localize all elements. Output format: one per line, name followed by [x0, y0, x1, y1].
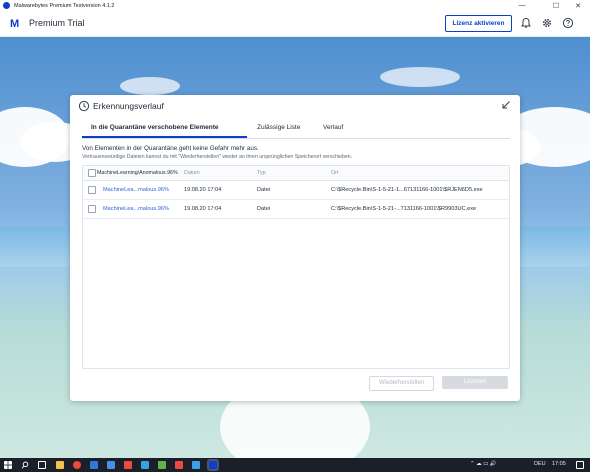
- taskbar: ⌃ ☁ ▭ 🔊 DEU 17:05: [0, 458, 590, 472]
- row-date: 19.08.20 17:04: [184, 206, 222, 212]
- malwarebytes-logo-icon: M: [10, 18, 20, 30]
- history-clock-icon: [78, 100, 90, 112]
- app-icon-blue[interactable]: [141, 461, 149, 469]
- task-view-icon[interactable]: [38, 461, 46, 469]
- detection-history-dialog: Erkennungsverlauf In die Quarantäne vers…: [70, 95, 520, 401]
- quarantine-table: MachineLearning/Anomalous.96% Datum Typ …: [82, 165, 510, 369]
- row-checkbox[interactable]: [88, 186, 96, 194]
- language-indicator[interactable]: DEU: [534, 461, 546, 467]
- chrome-icon[interactable]: [73, 461, 81, 469]
- tab-allow-list[interactable]: Zulässige Liste: [257, 124, 300, 131]
- windows-start-icon[interactable]: [4, 461, 12, 469]
- quarantine-info-text: Von Elementen in der Quarantäne geht kei…: [82, 145, 259, 152]
- gear-icon[interactable]: [541, 17, 553, 29]
- product-name: Premium Trial: [29, 18, 85, 28]
- window-titlebar: Malwarebytes Premium Testversion 4.1.2 —…: [0, 0, 590, 11]
- file-explorer-icon[interactable]: [56, 461, 64, 469]
- dialog-title: Erkennungsverlauf: [93, 101, 164, 111]
- delete-button[interactable]: Löschen: [442, 376, 508, 389]
- row-type: Datei: [257, 206, 271, 212]
- notifications-icon[interactable]: [576, 461, 584, 469]
- window-title: Malwarebytes Premium Testversion 4.1.2: [14, 2, 115, 9]
- minimize-button[interactable]: —: [510, 0, 534, 11]
- search-icon[interactable]: [21, 461, 29, 469]
- column-header-name: MachineLearning/Anomalous.96%: [97, 170, 178, 176]
- column-header-date[interactable]: Datum: [184, 170, 200, 176]
- maximize-button[interactable]: ☐: [544, 0, 568, 11]
- dialog-tabs: In die Quarantäne verschobene Elemente Z…: [82, 122, 510, 139]
- row-location: C:\$Recycle.Bin\S-1-5-21-1...67131166-10…: [331, 187, 483, 193]
- threat-name-link[interactable]: MachineLea...malous.96%: [103, 206, 169, 212]
- app-icon-green[interactable]: [158, 461, 166, 469]
- malwarebytes-taskbar-icon[interactable]: [207, 459, 219, 471]
- mail-icon[interactable]: [107, 461, 115, 469]
- threat-name-link[interactable]: MachineLea...malous.96%: [103, 187, 169, 193]
- system-tray-icons[interactable]: ⌃ ☁ ▭ 🔊: [470, 461, 497, 467]
- app-icon-blue-2[interactable]: [192, 461, 200, 469]
- tab-history[interactable]: Verlauf: [323, 124, 343, 131]
- app-logo-icon: [3, 2, 10, 9]
- row-location: C:\$Recycle.Bin\S-1-5-21-...7131166-1001…: [331, 206, 477, 212]
- bell-icon[interactable]: [520, 17, 532, 29]
- restore-button[interactable]: Wiederherstellen: [369, 376, 434, 391]
- app-header: M Premium Trial Lizenz aktivieren: [0, 11, 590, 37]
- close-button[interactable]: ✕: [566, 0, 590, 11]
- edge-icon[interactable]: [90, 461, 98, 469]
- table-row[interactable]: MachineLea...malous.96% 19.08.20 17:04 D…: [83, 200, 509, 219]
- select-all-checkbox[interactable]: [88, 169, 96, 177]
- tab-quarantine[interactable]: In die Quarantäne verschobene Elemente: [91, 124, 219, 131]
- active-tab-indicator: [82, 136, 247, 138]
- app-icon-red-2[interactable]: [175, 461, 183, 469]
- table-header: MachineLearning/Anomalous.96% Datum Typ …: [83, 166, 509, 181]
- row-date: 19.08.20 17:04: [184, 187, 222, 193]
- activate-license-button[interactable]: Lizenz aktivieren: [445, 15, 512, 32]
- column-header-type[interactable]: Typ: [257, 170, 266, 176]
- restore-hint-text: Vertrauenswürdige Dateien kannst du mit …: [82, 154, 353, 160]
- clock[interactable]: 17:05: [552, 461, 566, 467]
- row-type: Datei: [257, 187, 271, 193]
- table-row[interactable]: MachineLea...malous.96% 19.08.20 17:04 D…: [83, 181, 509, 200]
- column-header-location[interactable]: Ort: [331, 170, 338, 176]
- app-icon-red[interactable]: [124, 461, 132, 469]
- help-icon[interactable]: [562, 17, 574, 29]
- row-checkbox[interactable]: [88, 205, 96, 213]
- collapse-arrow-icon[interactable]: [501, 100, 511, 110]
